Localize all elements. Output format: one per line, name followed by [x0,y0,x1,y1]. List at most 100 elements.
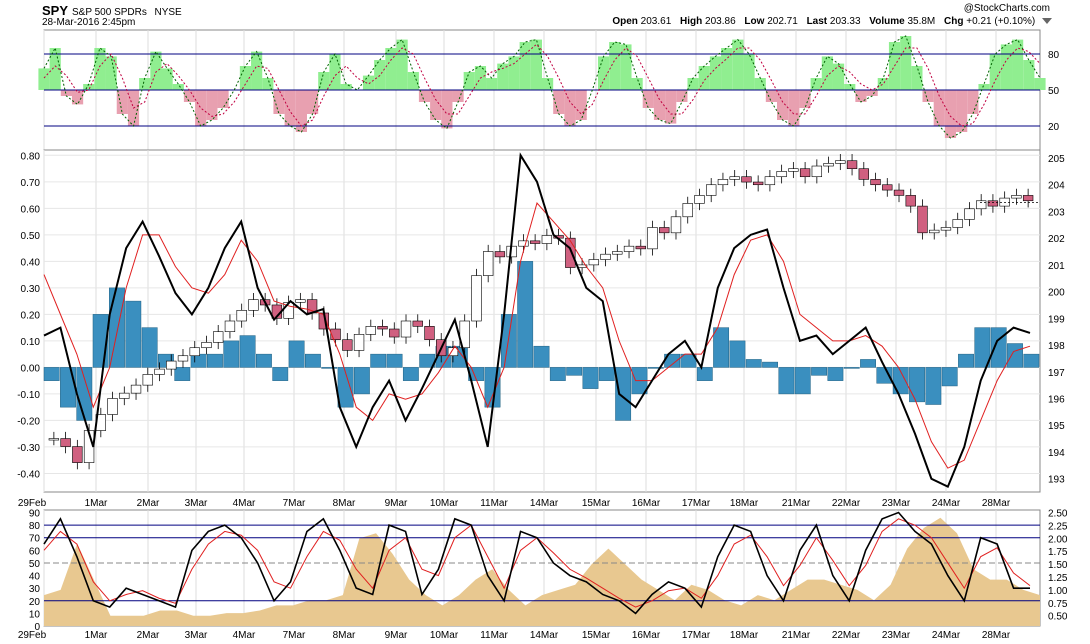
price-candle [706,184,717,196]
price-candle [494,251,506,258]
x-axis-label-lower: 29Feb [18,630,47,641]
lower-right-tick: 2.25 [1048,521,1068,532]
lower-left-tick: 30 [29,584,41,595]
price-candle [130,384,142,394]
x-axis-label-lower: 3Mar [185,630,208,641]
stoch-fill-bar [306,90,319,114]
stoch-fill-bar [564,90,576,126]
x-axis-label-lower: 9Mar [385,630,408,641]
stoch-fill-bar [1000,44,1013,90]
price-candle [471,275,482,322]
price-y-tick: 203 [1048,207,1065,218]
price-candle [142,374,153,386]
x-axis-label-lower: 2Mar [137,630,160,641]
price-candle [412,320,423,327]
price-candle [424,326,435,341]
price-y-tick: 205 [1048,154,1065,165]
macd-histogram-bar [125,300,142,368]
macd-y-tick: -0.10 [17,390,40,401]
price-candle [940,227,952,231]
chart-canvas: 80 50 20 0.80 0.70 0.60 0.50 0.40 0.30 0.20 0.10 0.… [17,29,1068,641]
stoch-fill-bar [642,90,654,108]
price-candle [659,227,670,234]
stoch-fill-bar [799,90,811,108]
x-axis-label-main: 23Mar [882,498,911,509]
macd-histogram-bar [533,345,550,368]
macd-y-tick: -0.20 [17,416,40,427]
price-candle [377,326,388,330]
macd-histogram-bar [1007,343,1023,368]
price-candle [119,392,130,399]
lower-left-tick: 10 [29,609,41,620]
x-axis-label-main: 1Mar [85,498,108,509]
stoch-fill-bar [922,90,934,102]
price-candle [929,229,940,234]
macd-y-tick: 0.70 [21,178,41,189]
macd-histogram-bar [713,327,730,368]
x-axis-label-lower: 1Mar [85,630,108,641]
price-candle [752,181,764,186]
macd-histogram-bar [239,335,256,368]
price-y-tick: 204 [1048,181,1065,192]
macd-histogram-bar [174,367,191,381]
price-candle [964,208,975,220]
stoch-fill-bar [944,90,957,138]
price-candle [189,347,200,357]
price-candle [353,334,365,351]
price-candle [870,179,881,186]
price-y-tick: 196 [1048,394,1065,405]
stoch-fill-bar [1023,60,1035,90]
price-candle [60,438,71,447]
lower-right-tick: 0.75 [1048,599,1068,610]
x-axis-label-main: 8Mar [333,498,356,509]
x-axis-label-lower: 10Mar [430,630,459,641]
macd-histogram-bar [941,367,958,387]
x-axis-label-lower: 14Mar [530,630,559,641]
macd-histogram-bar [304,353,321,368]
x-axis-label-lower: 7Mar [283,630,306,641]
stoch-fill-bar [1012,39,1024,90]
macd-histogram-bar [827,367,844,381]
x-axis-label-main: 22Mar [832,498,861,509]
price-candle [389,328,400,338]
stoch-fill-bar [687,78,699,90]
x-axis-label-lower: 15Mar [582,630,611,641]
price-candle [365,326,376,335]
stoch-fill-bar [362,75,375,90]
x-axis-label-main: 29Feb [18,498,47,509]
stoch-fill-bar [978,84,990,90]
stoch-fill-bar [542,78,554,90]
price-candle [48,438,60,441]
x-axis-label-lower: 16Mar [632,630,661,641]
macd-histogram-bar [811,367,827,376]
price-y-tick: 201 [1048,261,1065,272]
price-candle [107,398,118,415]
price-candle [224,320,236,332]
macd-histogram-bar [778,367,795,395]
price-candle [483,251,494,276]
price-candle [72,446,83,463]
stoch-fill-bar [508,56,520,90]
price-candle [917,205,928,234]
price-candle [682,203,693,218]
x-axis-label-main: 4Mar [233,498,256,509]
price-candle [623,245,635,252]
stoch-fill-bar [396,39,408,90]
macd-y-tick: 0.10 [21,337,41,348]
macd-histogram-bar [109,287,125,368]
lower-right-tick: 1.25 [1048,573,1068,584]
macd-histogram-bar [60,367,76,408]
price-candle [529,240,541,244]
stoch-fill-bar [284,90,296,126]
macd-histogram-bar [925,367,942,405]
stoch-fill-bar [161,68,173,90]
x-axis-label-main: 9Mar [385,498,408,509]
stoch-fill-bar [676,90,688,102]
price-candle [248,299,259,311]
price-candle [588,259,599,266]
lower-left-tick: 50 [29,559,41,570]
stoch-fill-bar [497,63,509,90]
stoch-fill-bar [765,90,778,102]
stoch-fill-bar [866,90,878,96]
lower-left-tick: 80 [29,521,41,532]
